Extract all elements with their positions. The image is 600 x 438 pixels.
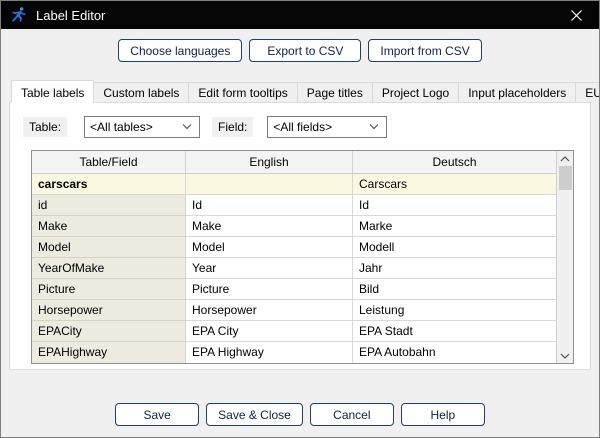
english-label-cell[interactable]: Horsepower [186, 300, 353, 321]
label-editor-window: Label Editor Choose languages Export to … [0, 0, 600, 438]
column-header-deutsch: Deutsch [353, 151, 556, 174]
field-name-cell: Model [32, 237, 186, 258]
tab-strip: Table labels Custom labels Edit form too… [9, 79, 599, 103]
field-name-cell: id [32, 195, 186, 216]
deutsch-label-cell[interactable]: EPA Stadt [353, 321, 556, 342]
english-label-cell[interactable]: EPA Highway [186, 342, 353, 363]
deutsch-label-cell[interactable]: Modell [353, 237, 556, 258]
column-header-table-field: Table/Field [32, 151, 186, 174]
field-filter-dropdown[interactable]: <All fields> [267, 116, 388, 138]
table-row: carscars Carscars [32, 174, 556, 195]
save-button[interactable]: Save [115, 403, 200, 426]
deutsch-label-cell[interactable]: Carscars [353, 174, 556, 195]
tab-edit-form-tooltips[interactable]: Edit form tooltips [188, 82, 298, 102]
english-label-cell[interactable] [186, 174, 353, 195]
english-label-cell[interactable]: Make [186, 216, 353, 237]
footer-buttons: Save Save & Close Cancel Help [1, 403, 599, 426]
table-scrollbar[interactable] [556, 151, 573, 363]
field-name-cell: carscars [32, 174, 186, 195]
english-label-cell[interactable]: Picture [186, 279, 353, 300]
table-labels-panel: Table: <All tables> Field: <All fields> [9, 102, 591, 370]
column-header-english: English [186, 151, 353, 174]
tab-input-placeholders[interactable]: Input placeholders [458, 82, 577, 102]
chevron-down-icon [560, 353, 570, 359]
table-row: Horsepower Horsepower Leistung [32, 300, 556, 321]
table-row: Make Make Marke [32, 216, 556, 237]
deutsch-label-cell[interactable]: EPA Autobahn [353, 342, 556, 363]
chevron-down-icon [182, 124, 192, 130]
table-filter-dropdown[interactable]: <All tables> [84, 116, 201, 138]
tab-page-titles[interactable]: Page titles [296, 82, 373, 102]
tab-custom-labels[interactable]: Custom labels [93, 82, 190, 102]
chevron-down-icon [369, 124, 379, 130]
english-label-cell[interactable]: EPA City [186, 321, 353, 342]
chevron-up-icon [560, 155, 570, 161]
tab-project-logo[interactable]: Project Logo [371, 82, 460, 102]
field-name-cell: EPAHighway [32, 342, 186, 363]
close-icon [570, 9, 582, 21]
scroll-down-button[interactable] [557, 348, 574, 363]
window-title: Label Editor [36, 7, 106, 23]
close-button[interactable] [553, 1, 599, 29]
field-name-cell: YearOfMake [32, 258, 186, 279]
deutsch-label-cell[interactable]: Marke [353, 216, 556, 237]
import-csv-button[interactable]: Import from CSV [368, 39, 482, 62]
field-name-cell: Picture [32, 279, 186, 300]
deutsch-label-cell[interactable]: Jahr [353, 258, 556, 279]
table-row: YearOfMake Year Jahr [32, 258, 556, 279]
labels-table: Table/Field English Deutsch carscars Car… [31, 150, 574, 364]
english-label-cell[interactable]: Id [186, 195, 353, 216]
field-name-cell: Horsepower [32, 300, 186, 321]
tab-control: Table labels Custom labels Edit form too… [9, 79, 599, 370]
table-filter-label: Table: [23, 117, 68, 137]
field-filter-label: Field: [212, 117, 254, 137]
deutsch-label-cell[interactable]: Id [353, 195, 556, 216]
tab-eu-cookie-banner[interactable]: EU cookie banner [575, 82, 599, 102]
english-label-cell[interactable]: Model [186, 237, 353, 258]
table-row: EPACity EPA City EPA Stadt [32, 321, 556, 342]
table-filter-value: <All tables> [90, 120, 153, 134]
filter-row: Table: <All tables> Field: <All fields> [23, 116, 590, 138]
export-csv-button[interactable]: Export to CSV [249, 39, 362, 62]
labels-table-body: Table/Field English Deutsch carscars Car… [32, 151, 556, 363]
running-man-icon [10, 6, 28, 24]
field-name-cell: EPACity [32, 321, 186, 342]
title-bar: Label Editor [1, 1, 599, 29]
scrollbar-thumb[interactable] [558, 166, 572, 190]
help-button[interactable]: Help [400, 403, 485, 426]
scroll-up-button[interactable] [557, 151, 574, 166]
table-row: EPAHighway EPA Highway EPA Autobahn [32, 342, 556, 363]
table-header-row: Table/Field English Deutsch [32, 151, 556, 174]
toolbar: Choose languages Export to CSV Import fr… [1, 29, 599, 62]
deutsch-label-cell[interactable]: Leistung [353, 300, 556, 321]
tab-table-labels[interactable]: Table labels [11, 80, 95, 103]
deutsch-label-cell[interactable]: Bild [353, 279, 556, 300]
table-row: Picture Picture Bild [32, 279, 556, 300]
table-row: Model Model Modell [32, 237, 556, 258]
save-and-close-button[interactable]: Save & Close [206, 403, 303, 426]
english-label-cell[interactable]: Year [186, 258, 353, 279]
cancel-button[interactable]: Cancel [309, 403, 394, 426]
field-filter-value: <All fields> [273, 120, 333, 134]
table-row: id Id Id [32, 195, 556, 216]
choose-languages-button[interactable]: Choose languages [118, 39, 243, 62]
field-name-cell: Make [32, 216, 186, 237]
